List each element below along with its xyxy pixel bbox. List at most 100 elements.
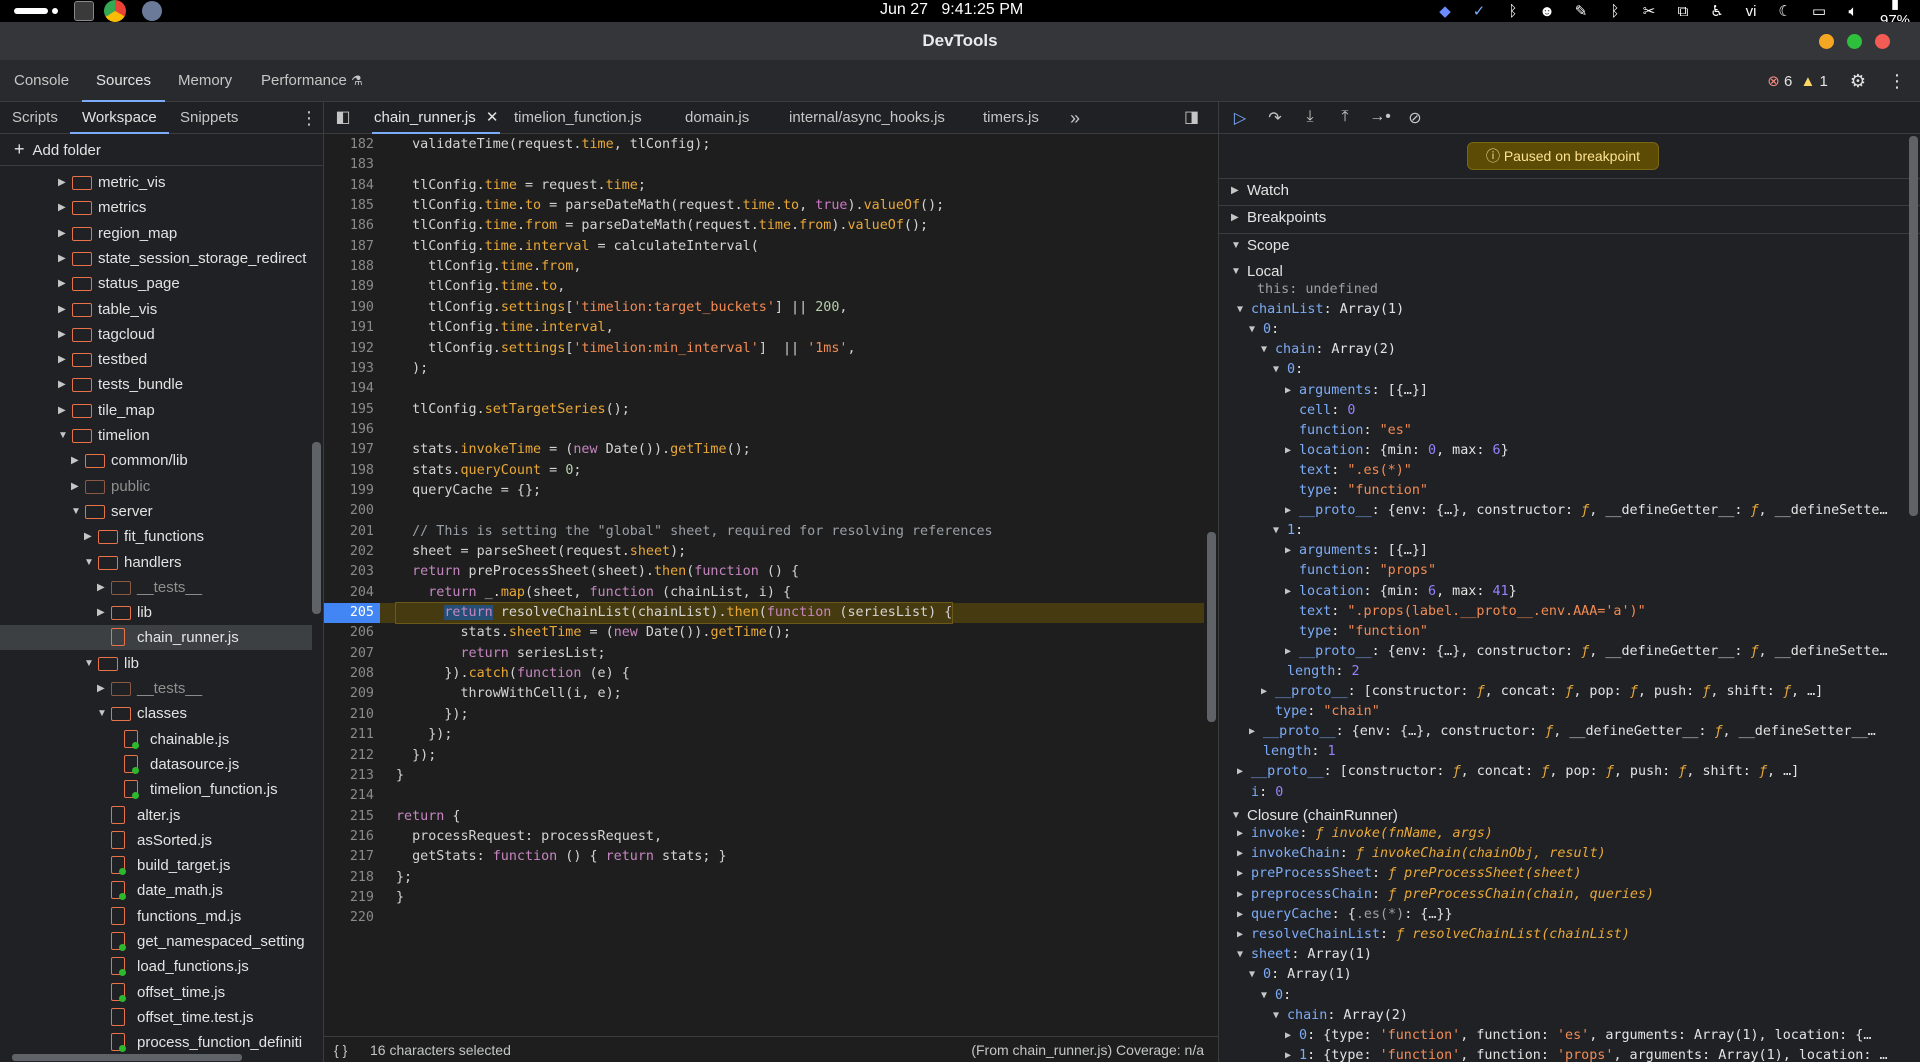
code-line[interactable]: 220 [324,908,1204,928]
expand-arrow-icon[interactable]: ▶ [58,398,68,423]
expand-arrow-icon[interactable]: ▶ [84,524,94,549]
line-number[interactable]: 186 [324,216,374,236]
code-line[interactable]: 207 return seriesList; [324,644,1204,664]
line-number[interactable]: 194 [324,379,374,399]
tree-folder[interactable]: ▶ table_vis [0,297,312,322]
code-line[interactable]: 204 return _.map(sheet, function (chainL… [324,583,1204,603]
line-number[interactable]: 196 [324,420,374,440]
scope-variable-row[interactable]: ▼ 0: [1219,360,1920,380]
code-line[interactable]: 218}; [324,868,1204,888]
editor-tab-domain[interactable]: domain.js [685,102,749,134]
code-line[interactable]: 184 tlConfig.time = request.time; [324,176,1204,196]
closure-variable-row[interactable]: ▼ 0: [1219,986,1920,1006]
expand-arrow-icon[interactable]: ▶ [58,246,68,271]
scope-variable-row[interactable]: ▼ 0: [1219,320,1920,340]
code-line[interactable]: 187 tlConfig.time.interval = calculateIn… [324,237,1204,257]
closure-variable-row[interactable]: ▶ 1: {type: 'function', function: 'props'… [1219,1046,1920,1062]
scope-variable-row[interactable]: function: "props" [1219,561,1920,581]
expand-arrow-icon[interactable]: ▶ [1285,582,1291,602]
editor-tab-timers[interactable]: timers.js [983,102,1039,134]
line-number[interactable]: 210 [324,705,374,725]
scope-variable-row[interactable]: type: "function" [1219,481,1920,501]
tree-file[interactable]: timelion_function.js [0,777,312,802]
scope-variable-row[interactable]: ▼ chain: Array(2) [1219,340,1920,360]
tab-performance[interactable]: Performance ⚗ [247,60,377,102]
scope-variable-row[interactable]: function: "es" [1219,421,1920,441]
line-number[interactable]: 211 [324,725,374,745]
tree-folder[interactable]: ▶ fit_functions [0,524,312,549]
step-over-icon[interactable]: ↷ [1264,108,1286,128]
tree-folder[interactable]: ▶ metrics [0,195,312,220]
code-line[interactable]: 215 return { [324,807,1204,827]
code-line[interactable]: 202 sheet = parseSheet(request.sheet); [324,542,1204,562]
code-line[interactable]: 203 return preProcessSheet(sheet).then(f… [324,562,1204,582]
scope-variable-row[interactable]: ▶ __proto__: [constructor: ƒ, concat: ƒ, … [1219,682,1920,702]
line-number[interactable]: 188 [324,257,374,277]
line-number[interactable]: 191 [324,318,374,338]
scope-variable-row[interactable]: type: "chain" [1219,702,1920,722]
expand-arrow-icon[interactable]: ▶ [1237,905,1243,925]
line-number[interactable]: 199 [324,481,374,501]
expand-arrow-icon[interactable]: ▶ [58,221,68,246]
breakpoint-marker[interactable]: 205 [324,603,380,624]
tree-horizontal-scrollbar[interactable] [0,1052,312,1062]
expand-arrow-icon[interactable]: ▶ [58,297,68,322]
closure-variable-row[interactable]: ▶ resolveChainList: ƒ resolveChainList(ch… [1219,925,1920,945]
line-number[interactable]: 192 [324,339,374,359]
line-number[interactable]: 189 [324,277,374,297]
bluetooth-icon[interactable]: ᛒ [1496,3,1530,20]
code-line[interactable]: 213} [324,766,1204,786]
tray-app-icon[interactable]: ◆ [1428,2,1462,20]
editor-tab-async-hooks[interactable]: internal/async_hooks.js [789,102,945,134]
deactivate-breakpoints-icon[interactable]: ⊘ [1404,108,1426,128]
expand-arrow-icon[interactable]: ▶ [58,271,68,296]
line-number[interactable]: 214 [324,786,374,806]
scope-variable-row[interactable]: ▶ location: {min: 6, max: 41} [1219,582,1920,602]
line-number[interactable]: 204 [324,583,374,603]
tree-folder[interactable]: ▼ classes [0,701,312,726]
line-number[interactable]: 183 [324,155,374,175]
line-number[interactable]: 193 [324,359,374,379]
line-number[interactable]: 198 [324,461,374,481]
line-number[interactable]: 220 [324,908,374,928]
tree-file[interactable]: functions_md.js [0,904,312,929]
night-mode-icon[interactable]: ☾ [1768,2,1802,20]
toggle-navigator-icon[interactable]: ◧ [330,102,356,134]
expand-arrow-icon[interactable]: ▶ [1237,844,1243,864]
screen-icon[interactable]: ⧉ [1666,3,1700,20]
input-method-label[interactable]: vi [1734,3,1768,20]
tree-folder[interactable]: ▶ region_map [0,221,312,246]
expand-arrow-icon[interactable]: ▶ [1237,885,1243,905]
tab-workspace[interactable]: Workspace [70,102,169,134]
close-button[interactable] [1875,34,1890,49]
tree-scrollbar[interactable] [312,442,321,614]
code-line[interactable]: 209 throwWithCell(i, e); [324,684,1204,704]
expand-arrow-icon[interactable]: ▶ [1249,722,1255,742]
scope-variable-row[interactable]: text: ".es(*)" [1219,461,1920,481]
maximize-button[interactable] [1847,34,1862,49]
collapse-arrow-icon[interactable]: ▼ [1249,965,1255,985]
tree-folder[interactable]: ▶ tagcloud [0,322,312,347]
line-number[interactable]: 219 [324,888,374,908]
code-line[interactable]: 210 }); [324,705,1204,725]
expand-arrow-icon[interactable]: ▶ [58,195,68,220]
line-number[interactable]: 208 [324,664,374,684]
line-number[interactable]: 217 [324,847,374,867]
code-line[interactable]: 216 processRequest: processRequest, [324,827,1204,847]
expand-arrow-icon[interactable]: ▶ [97,600,107,625]
line-number[interactable]: 213 [324,766,374,786]
line-number[interactable]: 184 [324,176,374,196]
expand-arrow-icon[interactable]: ▶ [1285,541,1291,561]
line-number[interactable]: 209 [324,684,374,704]
code-line[interactable]: 194 [324,379,1204,399]
tree-folder[interactable]: ▶ testbed [0,347,312,372]
scope-variable-row[interactable]: ▶ arguments: [{…}] [1219,381,1920,401]
line-number[interactable]: 185 [324,196,374,216]
closure-variable-row[interactable]: ▶ invoke: ƒ invoke(fnName, args) [1219,824,1920,844]
scope-variable-row[interactable]: ▶ arguments: [{…}] [1219,541,1920,561]
code-line[interactable]: 200 [324,501,1204,521]
code-line[interactable]: 217 getStats: function () { return stats… [324,847,1204,867]
scope-variable-row[interactable]: this: undefined [1219,280,1920,300]
code-line[interactable]: 192 tlConfig.settings['timelion:min_inte… [324,339,1204,359]
chrome-app-icon[interactable] [104,0,126,22]
